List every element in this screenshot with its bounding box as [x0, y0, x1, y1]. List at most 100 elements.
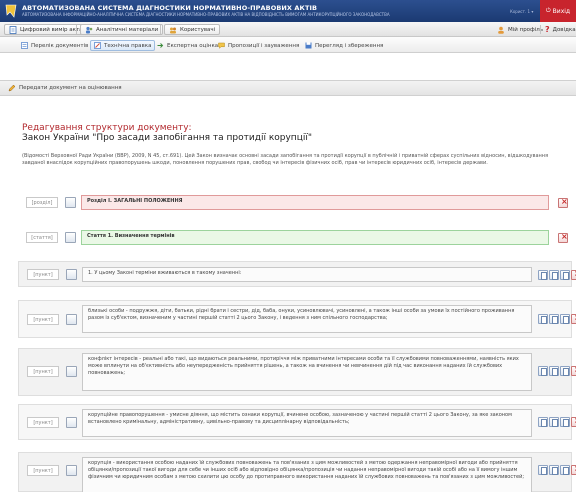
row-type-tag[interactable]: [пункт] [27, 417, 59, 428]
page-title: Редагування структури документу: [22, 123, 192, 133]
app-title: АВТОМАТИЗОВАНА СИСТЕМА ДІАГНОСТИКИ НОРМА… [22, 4, 318, 12]
pencil-icon [8, 84, 16, 92]
current-user[interactable]: Корист. 1 ▾ [510, 9, 533, 14]
insert-before-icon[interactable] [538, 314, 548, 324]
insert-before-icon[interactable] [538, 465, 548, 475]
insert-after-icon[interactable] [549, 314, 559, 324]
move-row-icon[interactable] [66, 314, 77, 325]
row-text-field[interactable]: корупція - використання особою наданих ї… [82, 457, 532, 492]
row-type-tag[interactable]: [стаття] [26, 232, 58, 243]
menu-divider [160, 25, 161, 34]
profile-label: Мій профіль [508, 26, 544, 33]
app-subtitle: АВТОМАТИЗОВАНА ІНФОРМАЦІЙНО-АНАЛІТИЧНА С… [22, 12, 390, 17]
power-icon: ⏻ [545, 7, 551, 14]
row-type-tag[interactable]: [пункт] [27, 465, 59, 476]
split-row-icon[interactable] [560, 270, 570, 280]
menu-item-users[interactable]: Користувачі [164, 24, 221, 35]
document-description: (Відомості Верховної Ради України (ВВР),… [22, 153, 549, 166]
tab-label: Технічна правка [104, 42, 152, 49]
delete-row-icon[interactable] [571, 464, 576, 475]
tab-proposals[interactable]: Пропозиції і зауваження [215, 40, 302, 51]
menu-item-digital-measure[interactable]: Цифровий вимір акта [4, 24, 88, 35]
tab-label: Експертна оцінка [167, 42, 219, 49]
row-type-tag[interactable]: [пункт] [27, 366, 59, 377]
structure-row-item: [пункт] корупційне правопорушення - умис… [18, 404, 576, 440]
people-icon [86, 26, 93, 33]
action-bar: Передати документ на оцінювання [0, 80, 576, 96]
insert-after-icon[interactable] [549, 270, 559, 280]
app-titlebar: АВТОМАТИЗОВАНА СИСТЕМА ДІАГНОСТИКИ НОРМА… [0, 0, 576, 22]
tab-label: Пропозиції і зауваження [228, 42, 300, 49]
comment-icon [218, 42, 225, 49]
structure-row-article: [стаття] Стаття 1. Визначення термінів [18, 228, 572, 248]
move-row-icon[interactable] [66, 465, 77, 476]
split-row-icon[interactable] [560, 314, 570, 324]
insert-before-icon[interactable] [538, 366, 548, 376]
row-text-field[interactable]: 1. У цьому Законі терміни вживаються в т… [82, 267, 532, 282]
insert-before-icon[interactable] [538, 270, 548, 280]
document-title: Закон України "Про засади запобігання та… [22, 133, 312, 143]
help-icon: ? [545, 25, 550, 34]
delete-row-icon[interactable] [571, 313, 576, 324]
move-row-icon[interactable] [66, 417, 77, 428]
submit-for-assessment-button[interactable]: Передати документ на оцінювання [8, 84, 122, 92]
row-type-tag[interactable]: [пункт] [27, 314, 59, 325]
delete-row-icon[interactable] [571, 365, 576, 376]
structure-row-item: [пункт] 1. У цьому Законі терміни вживаю… [18, 261, 576, 287]
row-type-tag[interactable]: [пункт] [27, 269, 59, 280]
menu-item-analytics[interactable]: Аналітичні матеріали [80, 24, 164, 35]
structure-row-item: [пункт] близькі особи - подружжя, діти, … [18, 300, 576, 338]
delete-row-icon[interactable] [571, 416, 576, 427]
move-row-icon[interactable] [66, 366, 77, 377]
row-text-field[interactable]: конфлікт інтересів - реальні або такі, щ… [82, 353, 532, 391]
row-text-field[interactable]: Розділ I. ЗАГАЛЬНІ ПОЛОЖЕННЯ [81, 195, 549, 210]
structure-row-section: [розділ] Розділ I. ЗАГАЛЬНІ ПОЛОЖЕННЯ [18, 193, 572, 213]
move-row-icon[interactable] [65, 232, 76, 243]
menu-divider [76, 25, 77, 34]
insert-after-icon[interactable] [549, 465, 559, 475]
menu-item-label: Аналітичні матеріали [96, 26, 159, 33]
insert-after-icon[interactable] [549, 417, 559, 427]
arrow-icon [157, 43, 164, 48]
row-text-field[interactable]: близькі особи - подружжя, діти, батьки, … [82, 305, 532, 333]
list-icon [21, 42, 28, 49]
row-text-field[interactable]: корупційне правопорушення - умисне діянн… [82, 409, 532, 437]
sub-menu: Перелік документів Технічна правка Експе… [0, 37, 576, 53]
split-row-icon[interactable] [560, 465, 570, 475]
users-icon [170, 27, 176, 33]
insert-after-icon[interactable] [549, 366, 559, 376]
split-row-icon[interactable] [560, 366, 570, 376]
delete-row-icon[interactable] [571, 269, 576, 280]
structure-row-item: [пункт] конфлікт інтересів - реальні або… [18, 348, 576, 396]
menu-item-label: Цифровий вимір акта [20, 26, 83, 33]
menu-divider [540, 25, 541, 34]
row-type-tag[interactable]: [розділ] [26, 197, 58, 208]
exit-label: Вихід [552, 7, 571, 15]
split-row-icon[interactable] [560, 417, 570, 427]
menu-item-label: Користувачі [180, 26, 216, 33]
row-text-field[interactable]: Стаття 1. Визначення термінів [81, 230, 549, 245]
exit-button[interactable]: ⏻ Вихід [540, 0, 576, 22]
edit-icon [94, 42, 101, 49]
insert-before-icon[interactable] [538, 417, 548, 427]
main-menu: Цифровий вимір акта Аналітичні матеріали… [0, 22, 576, 37]
tab-technical-edit[interactable]: Технічна правка [90, 40, 156, 51]
structure-row-item: [пункт] корупція - використання особою н… [18, 452, 576, 492]
delete-row-icon[interactable] [558, 197, 568, 208]
document-icon [9, 25, 17, 34]
help-label: Довідка [552, 26, 576, 33]
action-label: Передати документ на оцінювання [19, 85, 122, 91]
tab-expert-assessment[interactable]: Експертна оцінка [154, 40, 221, 51]
tab-label: Перегляд і збереження [315, 42, 384, 49]
move-row-icon[interactable] [65, 197, 76, 208]
help-link[interactable]: ? Довідка [545, 24, 576, 35]
tab-label: Перелік документів [31, 42, 89, 49]
delete-row-icon[interactable] [558, 232, 568, 243]
save-icon [305, 42, 312, 49]
app-logo-icon [5, 4, 17, 18]
tab-document-list[interactable]: Перелік документів [18, 40, 91, 51]
tab-view-save[interactable]: Перегляд і збереження [302, 40, 386, 51]
move-row-icon[interactable] [66, 269, 77, 280]
my-profile-link[interactable]: Мій профіль [497, 24, 543, 35]
profile-icon [498, 26, 504, 34]
